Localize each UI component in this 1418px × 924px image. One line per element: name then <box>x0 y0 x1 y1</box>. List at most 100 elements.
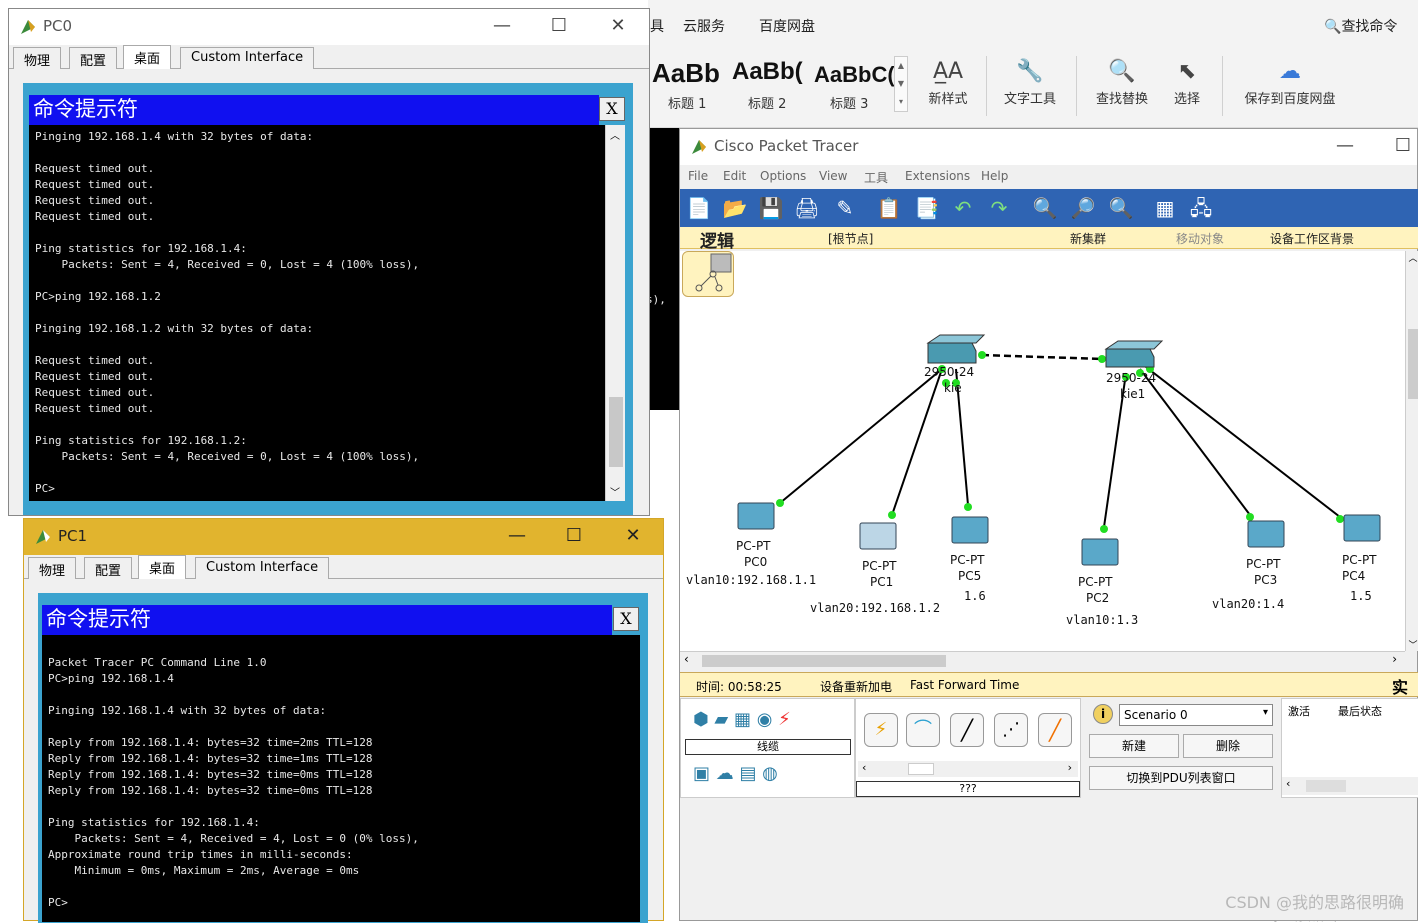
network-canvas[interactable]: 2950-24 kie 2950-24 kie1 PC-PT PC0 vlan1… <box>680 251 1405 651</box>
link-pc3 <box>1140 369 1250 515</box>
packet-tracer-logo-icon <box>690 138 708 156</box>
terminal-scrollbar[interactable]: ︿﹀ <box>605 125 625 501</box>
menu-view[interactable]: View <box>819 169 847 183</box>
style-preview-h1[interactable]: AaBb <box>652 58 720 89</box>
find-command[interactable]: 🔍查找命令 <box>1324 16 1397 36</box>
zoom-out-icon[interactable]: 🔍 <box>1108 195 1134 221</box>
chevron-down-icon: ▾ <box>1263 707 1268 718</box>
menu-options[interactable]: Options <box>760 169 806 183</box>
paste-icon[interactable]: 📑 <box>914 195 940 221</box>
undo-icon[interactable]: ↶ <box>950 195 976 221</box>
palette-icon[interactable]: ▦ <box>1152 195 1178 221</box>
minimize-button[interactable]: — <box>1330 135 1360 156</box>
cmd-close-button[interactable]: X <box>613 607 639 631</box>
device-category-icons[interactable]: ⬢ ▰ ▦ ◉ ⚡ <box>693 709 791 730</box>
tab-config[interactable]: 配置 <box>84 557 132 579</box>
connection-hscroll[interactable]: ‹› <box>858 761 1078 777</box>
menu-tools[interactable]: 工具 <box>864 169 888 186</box>
minimize-button[interactable]: — <box>487 15 517 36</box>
info-icon[interactable]: i <box>1093 704 1113 724</box>
tab-physical[interactable]: 物理 <box>28 557 76 579</box>
minimize-button[interactable]: — <box>502 525 532 546</box>
zoom-reset-icon[interactable]: 🔎 <box>1070 195 1096 221</box>
workspace-bar: 逻辑 [根节点] 新集群 移动对象 设备工作区背景 <box>680 227 1418 249</box>
tab-custom-interface[interactable]: Custom Interface <box>195 557 329 579</box>
tab-desktop[interactable]: 桌面 <box>138 555 186 579</box>
move-object-button[interactable]: 移动对象 <box>1176 230 1224 247</box>
root-node[interactable]: [根节点] <box>828 230 873 247</box>
select-button[interactable]: ⬉选择 <box>1164 56 1210 107</box>
terminal-output[interactable]: Packet Tracer PC Command Line 1.0 PC>pin… <box>42 635 640 922</box>
workspace-bg-button[interactable]: 设备工作区背景 <box>1270 230 1354 247</box>
pc1-title: PC1 <box>58 527 87 545</box>
trunk-link <box>982 355 1102 359</box>
new-style-button[interactable]: A̲A新样式 <box>916 56 980 107</box>
menu-extensions[interactable]: Extensions <box>905 169 970 183</box>
watermark: CSDN @我的思路很明确 <box>1225 889 1404 913</box>
pc-type-label: PC-PT <box>1342 553 1377 567</box>
close-button[interactable]: ✕ <box>603 15 633 36</box>
ribbon-tab-cloud[interactable]: 云服务 <box>683 16 725 36</box>
new-cluster-button[interactable]: 新集群 <box>1070 230 1106 247</box>
pc-note-label: 1.5 <box>1350 589 1372 603</box>
tab-physical[interactable]: 物理 <box>13 47 61 69</box>
switch-model-label: 2950-24 <box>1106 371 1156 385</box>
scenario-select[interactable]: Scenario 0▾ <box>1119 704 1273 726</box>
straight-cable-icon[interactable]: ╱ <box>950 713 984 747</box>
zoom-in-icon[interactable]: 🔍 <box>1032 195 1058 221</box>
text-tools-button[interactable]: 🔧文字工具 <box>994 56 1066 107</box>
print-icon[interactable]: 🖨 <box>794 195 820 221</box>
cross-cable-icon[interactable]: ⋰ <box>994 713 1028 747</box>
maximize-button[interactable]: ☐ <box>1388 135 1418 156</box>
style-preview-h2[interactable]: AaBb( <box>732 58 803 86</box>
pc0-title: PC0 <box>43 17 72 35</box>
maximize-button[interactable]: ☐ <box>559 525 589 546</box>
pt-title: Cisco Packet Tracer <box>714 137 858 155</box>
new-scenario-button[interactable]: 新建 <box>1089 734 1179 758</box>
logical-view-icon[interactable] <box>682 251 734 297</box>
close-button[interactable]: ✕ <box>618 525 648 546</box>
open-folder-icon[interactable]: 📂 <box>722 195 748 221</box>
style-preview-h3[interactable]: AaBbC( <box>814 62 895 88</box>
pdu-list: 激活 最后状态 ‹ <box>1281 698 1418 798</box>
device-type-panel: ⬢ ▰ ▦ ◉ ⚡ 线缆 ▣ ☁ ▤ ◍ <box>680 698 855 798</box>
auto-connect-icon[interactable]: ⚡ <box>864 713 898 747</box>
cloud-icon: ☁ <box>1234 56 1346 88</box>
menu-help[interactable]: Help <box>981 169 1008 183</box>
console-cable-icon[interactable]: ⌒ <box>906 713 940 747</box>
save-icon[interactable]: 💾 <box>758 195 784 221</box>
redo-icon[interactable]: ↷ <box>986 195 1012 221</box>
find-replace-button[interactable]: 🔍查找替换 <box>1086 56 1158 107</box>
device-subtype-icons[interactable]: ▣ ☁ ▤ ◍ <box>693 763 778 784</box>
canvas-hscroll[interactable]: ‹› <box>680 651 1405 669</box>
cmd-close-button[interactable]: X <box>599 97 625 121</box>
wizard-icon[interactable]: ✎ <box>832 195 858 221</box>
menu-edit[interactable]: Edit <box>723 169 746 183</box>
scenario-panel: i Scenario 0▾ 新建 删除 切换到PDU列表窗口 <box>1081 698 1281 798</box>
canvas-vscroll[interactable]: ︿﹀ <box>1405 251 1418 651</box>
tab-desktop[interactable]: 桌面 <box>123 45 171 69</box>
new-file-icon[interactable]: 📄 <box>686 195 712 221</box>
tab-config[interactable]: 配置 <box>69 47 117 69</box>
fiber-cable-icon[interactable]: ╱ <box>1038 713 1072 747</box>
style-gallery-scroll[interactable]: ▲▼▾ <box>894 56 908 112</box>
fast-forward-button[interactable]: Fast Forward Time <box>910 678 1019 692</box>
logical-tab[interactable]: 逻辑 <box>700 227 734 252</box>
pdu-hscroll[interactable]: ‹ <box>1282 777 1418 795</box>
pc-note-label: vlan10:1.3 <box>1066 613 1138 627</box>
copy-icon[interactable]: 📋 <box>876 195 902 221</box>
pt-toolbar: 📄 📂 💾 🖨 ✎ 📋 📑 ↶ ↷ 🔍 🔎 🔍 ▦ 🖧 <box>680 189 1418 227</box>
device-custom-icon[interactable]: 🖧 <box>1188 195 1214 221</box>
switch-pdu-list-button[interactable]: 切换到PDU列表窗口 <box>1089 766 1273 790</box>
save-baidu-button[interactable]: ☁保存到百度网盘 <box>1234 56 1346 107</box>
terminal-output[interactable]: Pinging 192.168.1.4 with 32 bytes of dat… <box>29 125 605 501</box>
text-style-icon: A̲A <box>916 56 980 88</box>
power-cycle-button[interactable]: 设备重新加电 <box>820 678 892 695</box>
ribbon-tab-tools[interactable]: 具 <box>650 16 664 36</box>
tab-custom-interface[interactable]: Custom Interface <box>180 47 314 69</box>
ribbon-tab-baidu[interactable]: 百度网盘 <box>759 16 815 36</box>
delete-scenario-button[interactable]: 删除 <box>1183 734 1273 758</box>
pc-type-label: PC-PT <box>950 553 985 567</box>
menu-file[interactable]: File <box>688 169 708 183</box>
maximize-button[interactable]: ☐ <box>544 15 574 36</box>
